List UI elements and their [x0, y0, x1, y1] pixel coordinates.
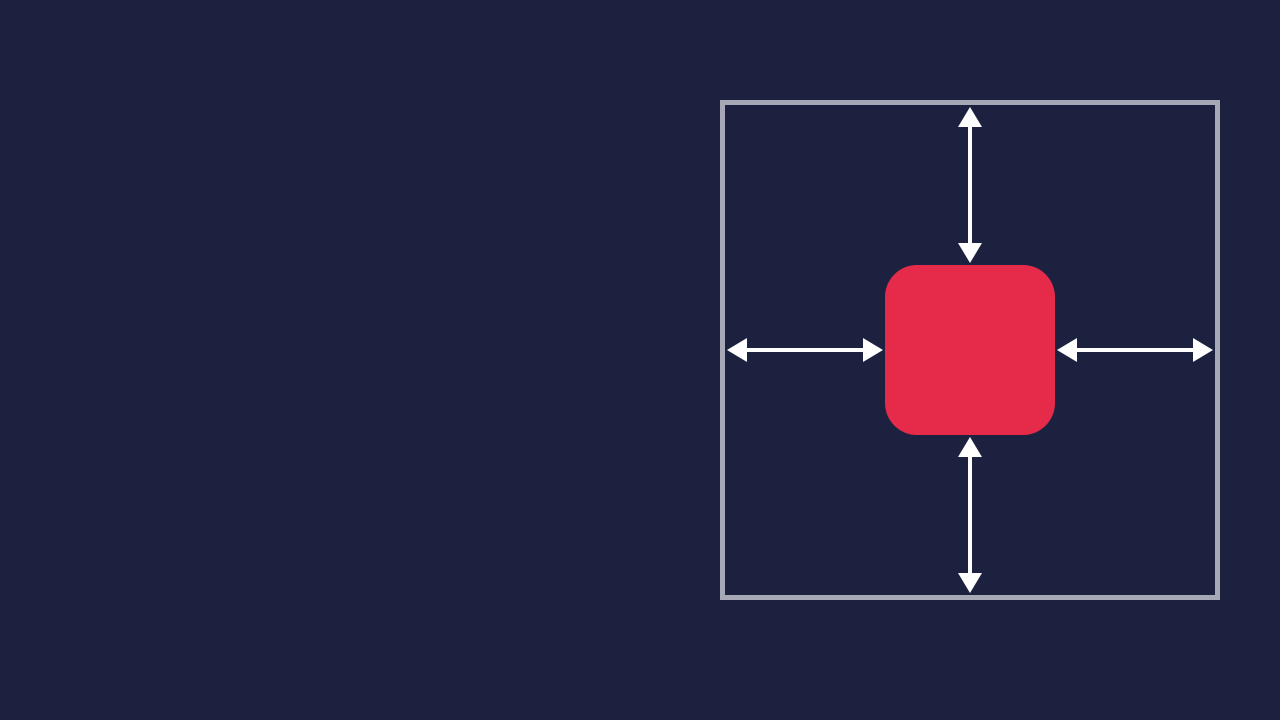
arrow-right-inner-head: [1057, 338, 1077, 362]
arrow-right-outer-head: [1193, 338, 1213, 362]
arrow-left-outer-head: [727, 338, 747, 362]
arrow-bottom-inner-head: [958, 437, 982, 457]
arrow-left-inner-head: [863, 338, 883, 362]
title-block: [60, 160, 700, 184]
arrow-right-line: [1073, 348, 1203, 352]
centering-diagram: [720, 100, 1220, 600]
arrow-top-line: [968, 117, 972, 247]
arrow-bottom-outer-head: [958, 573, 982, 593]
centered-square-icon: [885, 265, 1055, 435]
arrow-top-inner-head: [958, 243, 982, 263]
arrow-left-line: [737, 348, 867, 352]
arrow-top-outer-head: [958, 107, 982, 127]
arrow-bottom-line: [968, 453, 972, 583]
